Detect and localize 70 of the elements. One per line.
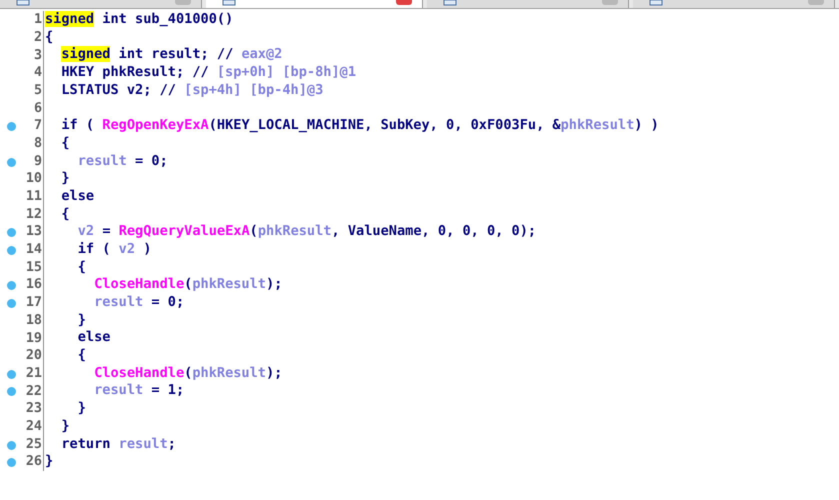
code-line: } (76, 314, 86, 328)
editor-tab[interactable] (632, 0, 835, 8)
code-line: LSTATUS v2; // [sp+4h] [bp-4h]@3 (60, 84, 324, 98)
document-icon (16, 0, 30, 6)
code-line: result = 0; (93, 296, 184, 310)
breakpoint-dot-icon[interactable] (7, 228, 16, 238)
code-line: } (76, 402, 86, 416)
line-number: 26 (26, 455, 42, 469)
line-number: 5 (34, 84, 42, 98)
line-number: 13 (26, 225, 42, 239)
line-number: 6 (34, 102, 42, 115)
line-number: 19 (26, 332, 42, 345)
code-line: if ( v2 ) (76, 242, 152, 257)
line-number: 11 (26, 190, 42, 204)
breakpoint-dot-icon[interactable] (7, 370, 16, 379)
code-line: v2 = RegQueryValueExA(phkResult, ValueName, 0, 0, 0, 0); (76, 225, 536, 239)
code-line: result = 0; (76, 154, 168, 168)
line-number: 14 (26, 243, 42, 256)
code-line: else (60, 190, 94, 204)
line-number: 9 (34, 154, 42, 168)
code-line: CloseHandle(phkResult); (93, 278, 282, 292)
code-line: CloseHandle(phkResult); (93, 366, 282, 380)
code-line: if ( RegOpenKeyExA(HKEY_LOCAL_MACHINE, SubKey, 0, 0xF003Fu, &phkResult) ) (60, 119, 659, 133)
breakpoint-dot-icon[interactable] (7, 281, 16, 290)
line-number: 2 (34, 30, 42, 44)
line-number: 7 (34, 119, 42, 133)
document-icon (222, 0, 236, 6)
code-line: return result; (60, 438, 176, 452)
line-number: 3 (34, 48, 42, 62)
editor-tab[interactable] (0, 0, 202, 8)
code-line: { (60, 208, 70, 222)
close-icon[interactable] (396, 0, 412, 5)
code-line: { (76, 260, 86, 274)
code-line: HKEY phkResult; // [sp+0h] [bp-8h]@1 (60, 66, 356, 80)
code-line: else (76, 331, 110, 346)
line-number: 17 (26, 296, 42, 310)
line-number: 10 (26, 172, 42, 186)
line-number: 16 (26, 278, 42, 292)
code-line: } (60, 420, 70, 434)
line-number: 8 (34, 136, 42, 150)
breakpoint-dot-icon[interactable] (7, 458, 16, 468)
code-line: { (76, 349, 86, 363)
document-icon (442, 0, 457, 6)
line-number: 24 (26, 420, 42, 434)
breakpoint-dot-icon[interactable] (7, 387, 16, 396)
breakpoint-dot-icon[interactable] (7, 122, 16, 132)
line-number: 4 (34, 66, 42, 80)
code-line: } (60, 172, 70, 186)
line-number: 15 (26, 260, 42, 274)
editor-tab[interactable] (206, 0, 423, 8)
document-icon (648, 0, 663, 6)
code-line: signed int sub_401000() (45, 13, 234, 27)
line-number: 23 (26, 402, 42, 416)
line-number: 12 (26, 208, 42, 222)
breakpoint-dot-icon[interactable] (7, 158, 16, 166)
line-number: 20 (26, 349, 42, 363)
code-line: } (45, 455, 54, 469)
code-line: signed int result; // eax@2 (60, 48, 282, 62)
editor-tab[interactable] (426, 0, 629, 8)
line-number: 22 (26, 384, 42, 398)
code-line: result = 1; (93, 384, 184, 398)
breakpoint-dot-icon[interactable] (7, 246, 16, 255)
line-number: 25 (26, 438, 42, 452)
line-number: 1 (34, 13, 42, 27)
breakpoint-dot-icon[interactable] (7, 440, 16, 450)
code-line: { (60, 136, 70, 150)
breakpoint-dot-icon[interactable] (7, 299, 16, 308)
code-line: { (45, 30, 54, 44)
line-number: 18 (26, 314, 42, 328)
line-number: 21 (26, 366, 42, 380)
